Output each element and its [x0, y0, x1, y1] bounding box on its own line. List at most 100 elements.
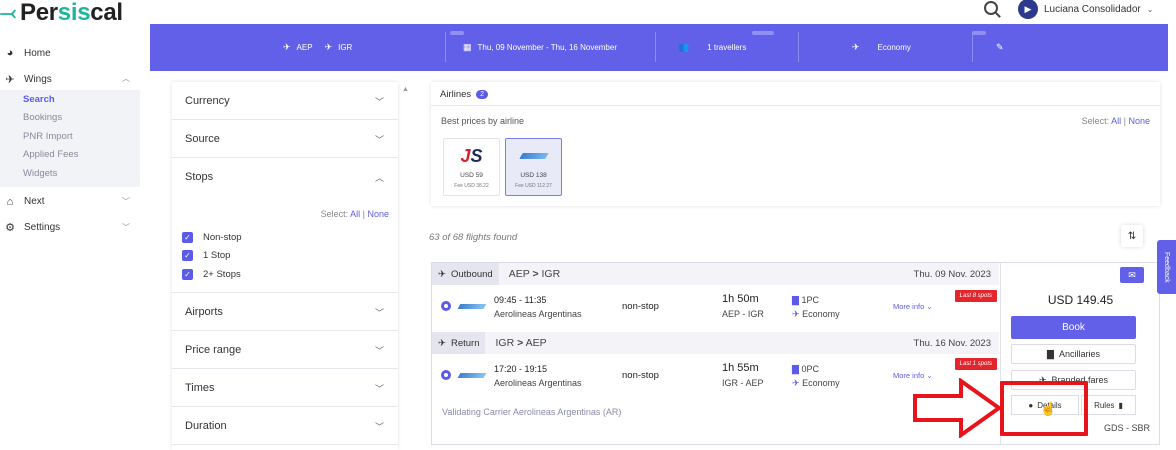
segment-duration: 1h 50m — [722, 293, 759, 305]
mail-icon: ✉ — [1128, 269, 1136, 280]
filter-label: Duration — [185, 419, 227, 432]
sidebar-item-label: Next — [24, 196, 45, 207]
chevron-down-icon: ﹀ — [122, 222, 130, 232]
sidebar-item-label: Settings — [24, 222, 61, 233]
filters-panel: Currency ﹀ Source ﹀ Stops ︿ Select: All | N… — [172, 82, 398, 450]
dates-value: Thu, 09 November - Thu, 16 November — [477, 43, 617, 52]
filter-times[interactable]: Times ﹀ — [172, 369, 398, 407]
searchbar-marker — [972, 31, 986, 35]
edit-search-button[interactable]: ✎ — [996, 42, 1004, 53]
outbound-segment[interactable]: 09:45 - 11:35 Aerolineas Argentinas non-… — [432, 287, 999, 327]
plane-takeoff-icon: ✈ — [283, 42, 291, 52]
book-button[interactable]: Book — [1011, 316, 1136, 339]
tab-airlines[interactable]: Airlines 2 — [440, 89, 489, 100]
airlines-panel: Airlines 2 Best prices by airline Select… — [431, 82, 1160, 206]
stops-option-2stops[interactable]: ✓ 2+ Stops — [182, 269, 241, 280]
checkbox-checked-icon[interactable]: ✓ — [182, 232, 193, 243]
select-none-link[interactable]: None — [367, 209, 389, 219]
users-icon: 👥 — [678, 42, 690, 52]
feedback-tab[interactable]: Feedback — [1157, 240, 1176, 294]
segment-time: 09:45 - 11:35 — [494, 295, 547, 305]
plane-icon: ✈ — [5, 73, 15, 86]
cabin-field[interactable]: ✈ Economy — [852, 42, 911, 53]
jetsmart-logo: JS — [444, 143, 499, 169]
plane-landing-icon: ✈ — [324, 42, 333, 52]
airline-logo-icon — [457, 373, 487, 378]
segment-airline: Aerolineas Argentinas — [494, 378, 582, 388]
filter-label: Source — [185, 132, 220, 145]
sidebar-item-home[interactable]: ◕ Home — [0, 42, 140, 64]
sort-button[interactable]: ⇅ — [1121, 225, 1143, 247]
sidebar-item-widgets[interactable]: Widgets — [0, 164, 140, 183]
tab-label: Airlines — [440, 89, 472, 100]
dates-field[interactable]: ▦ Thu, 09 November - Thu, 16 November — [463, 42, 617, 53]
segment-stops: non-stop — [622, 301, 659, 312]
sidebar-item-pnr-import[interactable]: PNR Import — [0, 127, 140, 146]
segment-cabin: ✈ Economy — [792, 378, 840, 388]
sidebar-item-settings[interactable]: ⚙ Settings ﹀ — [0, 217, 140, 239]
select-all-link[interactable]: All — [1111, 116, 1121, 126]
luggage-icon: ▇ — [792, 295, 799, 305]
sidebar-item-wings[interactable]: ✈ Wings ︿ — [0, 68, 140, 90]
airline-price: USD 59 — [460, 172, 483, 179]
select-label: Select: — [1081, 116, 1110, 126]
sidebar-item-applied-fees[interactable]: Applied Fees — [0, 145, 140, 164]
option-label: 1 Stop — [203, 250, 231, 261]
filter-airports[interactable]: Airports ﹀ — [172, 293, 398, 331]
chevron-down-icon: ﹀ — [374, 384, 384, 394]
rules-button[interactable]: Rules ▮ — [1081, 395, 1136, 415]
radio-selected-icon[interactable] — [441, 370, 451, 380]
logo-letter: S — [470, 145, 483, 166]
gear-icon: ⚙ — [5, 222, 15, 234]
stops-option-nonstop[interactable]: ✓ Non-stop — [182, 232, 242, 243]
divider — [655, 32, 656, 62]
app-logo[interactable]: ⤙ Persiscal — [0, 0, 123, 26]
checkbox-checked-icon[interactable]: ✓ — [182, 250, 193, 261]
chevron-down-icon: ﹀ — [374, 308, 384, 318]
filter-duration[interactable]: Duration ﹀ — [172, 407, 398, 445]
sidebar-item-next[interactable]: ⌂ Next ﹀ — [0, 191, 140, 213]
user-menu[interactable]: ▶ Luciana Consolidador ⌄ — [1018, 0, 1153, 19]
airlines-select-links: Select: All | None — [1082, 116, 1150, 126]
segment-baggage: ▇ 1PC — [792, 295, 819, 305]
travellers-field[interactable]: 👥 1 travellers — [678, 42, 746, 53]
outbound-header: ✈ Outbound AEP > IGR Thu. 09 Nov. 2023 — [432, 263, 999, 285]
stops-option-1stop[interactable]: ✓ 1 Stop — [182, 250, 230, 261]
airline-logo-icon — [457, 304, 487, 309]
cabin-value: Economy — [877, 43, 911, 52]
checkbox-checked-icon[interactable]: ✓ — [182, 269, 193, 280]
filter-source[interactable]: Source ﹀ — [172, 120, 398, 158]
email-button[interactable]: ✉ — [1120, 267, 1144, 283]
select-all-link[interactable]: All — [350, 209, 360, 219]
plane-icon: ✈ — [792, 378, 800, 388]
filter-price-range[interactable]: Price range ﹀ — [172, 331, 398, 369]
destination-code: IGR — [338, 43, 353, 52]
segment-stops: non-stop — [622, 370, 659, 381]
sidebar-item-bookings[interactable]: Bookings — [0, 108, 140, 127]
last-spots-badge: Last 1 spots — [954, 358, 997, 370]
filter-stops[interactable]: Stops ︿ — [172, 158, 398, 196]
ancillaries-button[interactable]: ▇ Ancillaries — [1011, 344, 1136, 364]
airline-card-aerolineas[interactable]: USD 138 Fee USD 112.27 — [505, 138, 562, 196]
return-tag: ✈ Return — [432, 332, 486, 354]
scroll-up-icon[interactable]: ▲ — [402, 86, 410, 96]
select-label: Select: — [320, 209, 349, 219]
stops-select-links: Select: All | None — [321, 209, 389, 219]
leg-route: IGR > AEP — [495, 337, 547, 349]
radio-selected-icon[interactable] — [441, 301, 451, 311]
filter-currency[interactable]: Currency ﹀ — [172, 82, 398, 120]
aerolineas-logo — [506, 143, 561, 169]
pencil-icon: ✎ — [996, 42, 1004, 52]
select-none-link[interactable]: None — [1128, 116, 1150, 126]
button-label: Rules — [1094, 400, 1115, 410]
flight-search-bar: ✈ AEP ✈ IGR ▦ Thu, 09 November - Thu, 16… — [150, 24, 1168, 71]
sidebar-item-search[interactable]: Search — [0, 90, 140, 109]
logo-mark-icon: ⤙ — [0, 2, 16, 24]
leg-label: Outbound — [450, 268, 493, 280]
route-field[interactable]: ✈ AEP ✈ IGR — [283, 42, 352, 53]
button-label: Ancillaries — [1058, 349, 1100, 359]
more-info-link[interactable]: More info ⌄ — [893, 302, 933, 311]
airline-card-jetsmart[interactable]: JS USD 59 Fee USD 38.22 — [443, 138, 500, 196]
search-icon[interactable] — [984, 1, 998, 15]
sidebar-item-label: Home — [24, 47, 51, 59]
